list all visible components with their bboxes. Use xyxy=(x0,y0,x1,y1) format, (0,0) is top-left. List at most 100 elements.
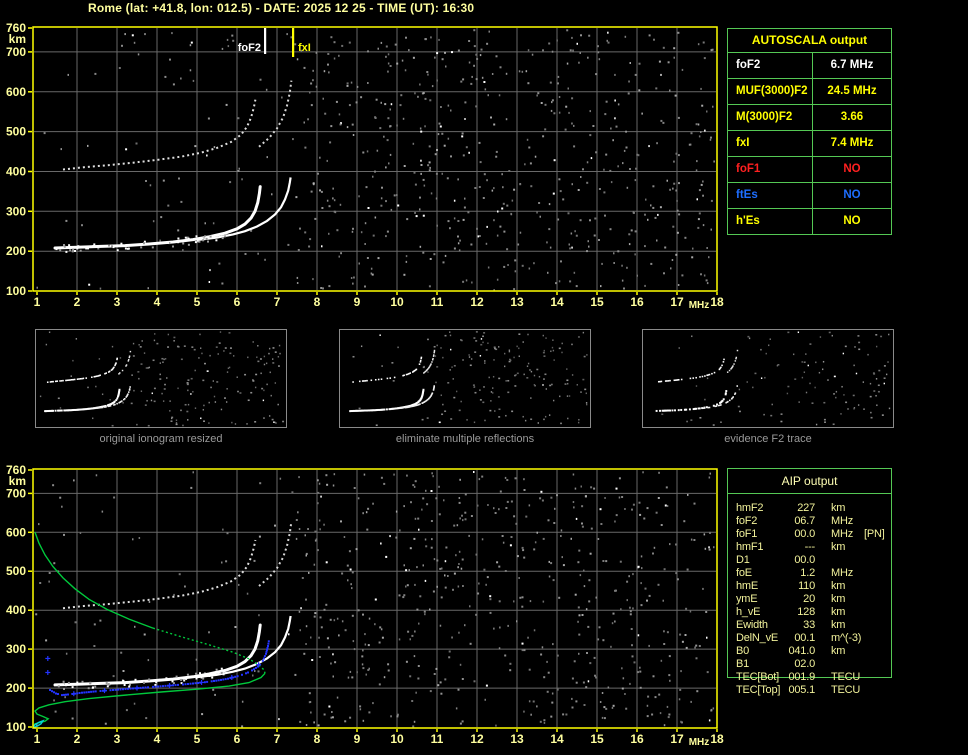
autoscala-row-m3000f2: M(3000)F2 3.66 xyxy=(728,105,891,131)
x-tick-label: 8 xyxy=(314,732,321,746)
autoscala-table-header: AUTOSCALA output xyxy=(728,29,891,53)
x-tick-label: 16 xyxy=(630,732,644,746)
parameter-name: ftEs xyxy=(728,183,813,208)
x-tick-label: 11 xyxy=(431,295,444,309)
aip-row-hmf1: hmF1 --- km xyxy=(727,541,892,554)
parameter-value: NO xyxy=(843,163,861,175)
parameter-value: 3.66 xyxy=(840,111,864,123)
foF2-marker-line xyxy=(264,28,267,54)
aip-parameter-name: TEC[Top] xyxy=(736,684,781,696)
aip-parameter-unit: km xyxy=(831,645,846,657)
x-tick-label: 17 xyxy=(670,295,684,309)
parameter-value: NO xyxy=(843,189,861,201)
aip-parameter-unit: TECU xyxy=(831,671,861,683)
y-tick-label: 600 xyxy=(6,85,26,99)
parameter-name: M(3000)F2 xyxy=(728,105,813,130)
y-tick-label: 500 xyxy=(6,125,26,139)
aip-parameter-unit: m^(-3) xyxy=(831,632,862,644)
aip-parameter-value: 1.2 xyxy=(800,567,815,579)
x-tick-label: 12 xyxy=(470,295,484,309)
axis-ticks xyxy=(28,27,718,295)
aip-parameter-unit: MHz xyxy=(831,515,854,527)
aip-parameter-value: 20 xyxy=(803,593,815,605)
panel-traces xyxy=(349,349,436,413)
aip-parameter-name: TEC[Bot] xyxy=(736,671,780,683)
aip-parameter-value: 02.0 xyxy=(794,658,815,670)
x-tick-label: 8 xyxy=(314,295,321,309)
x-tick-label: 4 xyxy=(154,295,161,309)
aip-row-d1: D1 00.0 xyxy=(727,554,892,567)
profile-overlay xyxy=(32,532,266,729)
panel-caption-evidence: evidence F2 trace xyxy=(724,433,812,445)
y-tick-label: 700 xyxy=(6,45,26,59)
x-tick-label: 7 xyxy=(274,732,281,746)
y-tick-label: 300 xyxy=(6,642,26,656)
aip-parameter-value: 128 xyxy=(797,606,815,618)
x-tick-label: 18 xyxy=(710,732,724,746)
aip-parameter-unit: km xyxy=(831,580,846,592)
x-tick-label: 13 xyxy=(510,295,524,309)
panel-caption-original: original ionogram resized xyxy=(99,433,223,445)
x-tick-label: 12 xyxy=(470,732,484,746)
x-tick-label: 16 xyxy=(630,295,644,309)
bottom-ionogram-plot: 760700600500400300200100km1 2 3 4 5 6 7 8 9 10 11 1… xyxy=(6,463,724,748)
y-tick-label: 400 xyxy=(6,165,26,179)
x-tick-label: 14 xyxy=(550,295,564,309)
panel-evidence-f2-image xyxy=(642,329,894,428)
panel-traces xyxy=(44,350,132,413)
parameter-value: 7.4 MHz xyxy=(830,137,874,149)
aip-parameter-value: 00.1 xyxy=(794,632,815,644)
aip-row-b1: B1 02.0 xyxy=(727,658,892,671)
frequency-markers: foF2 fxI xyxy=(238,28,311,57)
autoscala-row-fof2: foF2 6.7 MHz xyxy=(728,53,891,79)
aip-parameter-flag: [PN] xyxy=(864,528,885,540)
foF2-marker-label: foF2 xyxy=(238,42,261,54)
x-tick-label: 10 xyxy=(390,732,404,746)
y-tick-label: 200 xyxy=(6,244,26,258)
y-tick-label: 600 xyxy=(6,525,26,539)
aip-row-tectop: TEC[Top] 005.1 TECU xyxy=(727,684,892,697)
autoscala-row-ftes: ftEs NO xyxy=(728,183,891,209)
aip-row-tecbot: TEC[Bot] 001.9 TECU xyxy=(727,671,892,684)
aip-parameter-unit: km xyxy=(831,593,846,605)
x-tick-label: 2 xyxy=(74,295,81,309)
x-tick-label: 9 xyxy=(354,732,361,746)
parameter-name: MUF(3000)F2 xyxy=(728,79,813,104)
x-tick-label: 5 xyxy=(194,732,201,746)
autoscala-screen: Rome (lat: +41.8, lon: 012.5) - DATE: 20… xyxy=(0,0,968,755)
x-tick-label: 14 xyxy=(550,732,564,746)
fxI-marker-label: fxI xyxy=(298,42,311,54)
parameter-name: foF2 xyxy=(728,53,813,78)
x-tick-label: 9 xyxy=(354,295,361,309)
y-tick-label: 100 xyxy=(6,720,26,734)
parameter-value: NO xyxy=(843,215,861,227)
parameter-value: 6.7 MHz xyxy=(830,59,874,71)
page-title: Rome (lat: +41.8, lon: 012.5) - DATE: 20… xyxy=(88,1,475,15)
panel-original-ionogram-image xyxy=(35,329,287,428)
aip-parameter-unit: km xyxy=(831,541,846,553)
y-tick-label: 200 xyxy=(6,681,26,695)
autoscala-output-table: AUTOSCALA output foF2 6.7 MHz MUF(3000)F2 2… xyxy=(727,28,892,235)
aip-row-fof2: foF2 06.7 MHz xyxy=(727,515,892,528)
aip-row-yme: ymE 20 km xyxy=(727,593,892,606)
panel-caption-eliminate: eliminate multiple reflections xyxy=(395,433,535,445)
x-tick-label: 18 xyxy=(710,295,724,309)
aip-parameter-name: D1 xyxy=(736,554,750,566)
parameter-name: foF1 xyxy=(728,157,813,182)
parameter-name: h'Es xyxy=(728,209,813,234)
autoscala-row-muf3000f2: MUF(3000)F2 24.5 MHz xyxy=(728,79,891,105)
aip-parameter-value: --- xyxy=(804,541,816,553)
panel-traces xyxy=(655,349,739,412)
y-tick-label: 300 xyxy=(6,204,26,218)
panel-original-ionogram xyxy=(35,329,287,428)
aip-parameter-name: DelN_vE xyxy=(736,632,779,644)
parameter-name: fxI xyxy=(728,131,813,156)
x-tick-label: 2 xyxy=(74,732,81,746)
y-axis-unit: km xyxy=(9,32,26,46)
panel-eliminate-reflections xyxy=(339,329,591,428)
x-tick-label: 15 xyxy=(590,295,604,309)
aip-parameter-value: 110 xyxy=(798,580,815,592)
aip-parameter-name: hmF2 xyxy=(736,502,764,514)
y-tick-label: 100 xyxy=(6,284,26,298)
aip-parameter-value: 00.0 xyxy=(794,528,815,540)
